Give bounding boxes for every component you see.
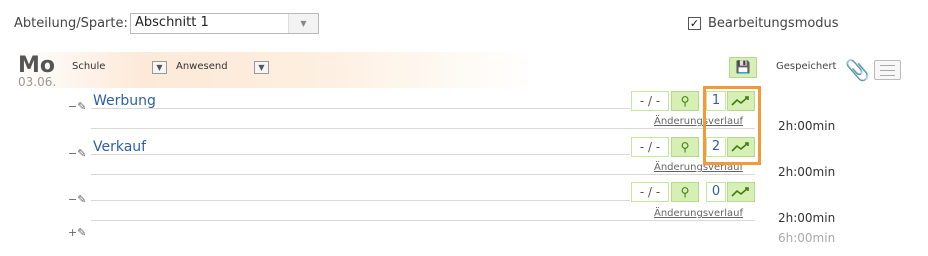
school-dropdown[interactable]: ▼ bbox=[152, 61, 167, 74]
location-pin-icon[interactable]: ⚲ bbox=[671, 91, 699, 111]
task-title[interactable]: Verkauf bbox=[93, 139, 146, 155]
row-divider bbox=[91, 200, 630, 201]
row-divider bbox=[91, 220, 755, 221]
presence-dropdown[interactable]: ▼ bbox=[254, 61, 269, 74]
saved-status: Gespeichert bbox=[776, 61, 837, 72]
row-divider bbox=[91, 154, 630, 155]
edit-mode-label: Bearbeitungsmodus bbox=[708, 16, 839, 31]
department-select-value: Abschnitt 1 bbox=[135, 15, 209, 30]
row-divider bbox=[91, 128, 755, 129]
edit-mode-checkbox[interactable]: ✓ bbox=[688, 17, 701, 30]
row-duration: 2h:00min bbox=[778, 119, 836, 133]
paperclip-icon[interactable]: 📎 bbox=[845, 58, 870, 82]
chevron-down-icon[interactable]: ▼ bbox=[288, 14, 318, 33]
status-field[interactable]: - / - bbox=[631, 182, 669, 202]
department-label: Abteilung/Sparte: bbox=[14, 16, 128, 31]
status-field[interactable]: - / - bbox=[631, 91, 669, 111]
comment-icon[interactable] bbox=[874, 60, 901, 80]
department-select[interactable]: Abschnitt 1 ▼ bbox=[130, 13, 319, 34]
location-pin-icon[interactable]: ⚲ bbox=[671, 182, 699, 202]
row-divider bbox=[91, 174, 755, 175]
row-divider bbox=[91, 108, 630, 109]
status-field[interactable]: - / - bbox=[631, 137, 669, 157]
presence-column-header: Anwesend bbox=[176, 61, 228, 72]
count-field[interactable]: 0 bbox=[706, 182, 726, 202]
location-pin-icon[interactable]: ⚲ bbox=[671, 137, 699, 157]
row-duration: 2h:00min bbox=[778, 165, 836, 179]
highlight-box bbox=[703, 86, 761, 165]
change-history-link[interactable]: Änderungsverlauf bbox=[654, 208, 743, 219]
task-title[interactable]: Werbung bbox=[93, 93, 156, 109]
add-row-icon[interactable]: +✎ bbox=[68, 226, 86, 239]
trend-icon[interactable] bbox=[727, 182, 755, 202]
remove-row-icon[interactable]: −✎ bbox=[68, 147, 86, 160]
remove-row-icon[interactable]: −✎ bbox=[68, 100, 86, 113]
row-duration: 2h:00min bbox=[778, 211, 836, 225]
remove-row-icon[interactable]: −✎ bbox=[68, 193, 86, 206]
school-column-header: Schule bbox=[72, 61, 106, 72]
save-icon[interactable]: 💾 bbox=[729, 57, 757, 78]
total-duration: 6h:00min bbox=[778, 231, 836, 245]
day-date: 03.06. bbox=[18, 75, 57, 89]
